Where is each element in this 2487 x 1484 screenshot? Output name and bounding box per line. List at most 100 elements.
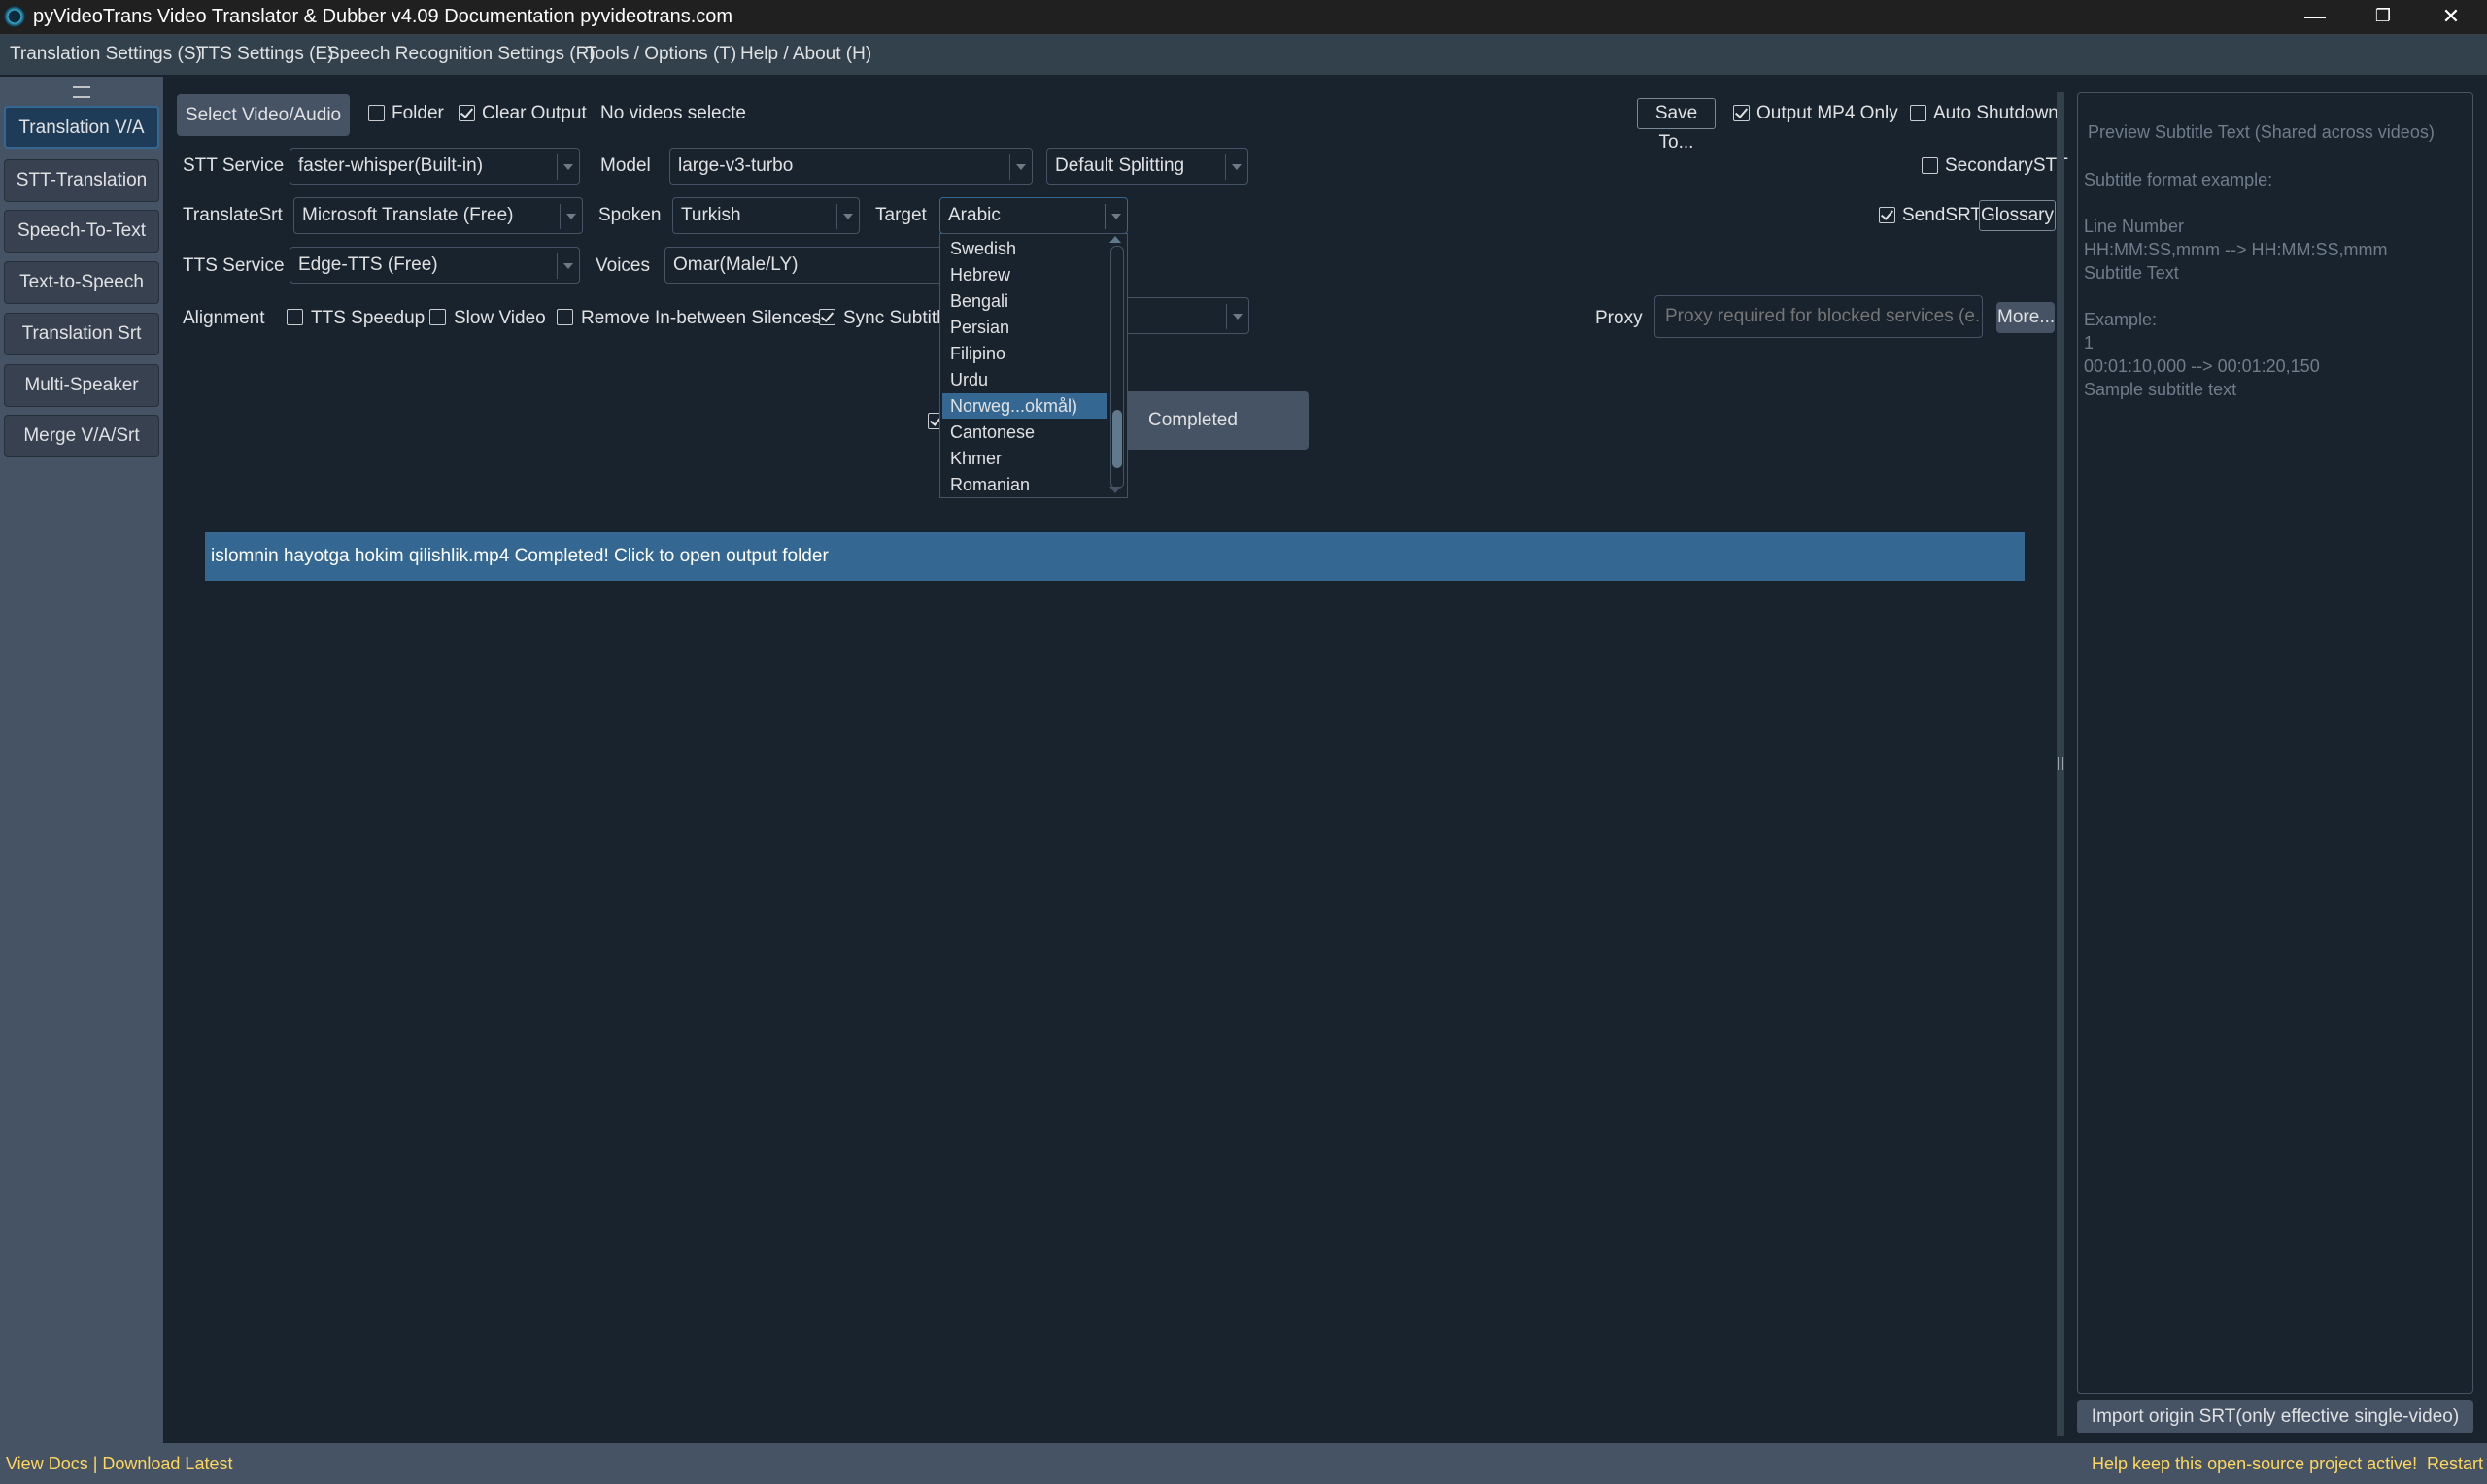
minimize-button[interactable]: —: [2281, 0, 2349, 34]
tts-service-label: TTS Service: [183, 255, 285, 276]
dropdown-option[interactable]: Urdu: [942, 367, 1107, 392]
secondary-stt-label: SecondarySTT: [1945, 155, 2068, 176]
secondary-stt-checkbox[interactable]: [1922, 157, 1938, 174]
folder-checkbox[interactable]: [368, 105, 385, 121]
auto-shutdown-checkbox[interactable]: [1910, 105, 1926, 121]
task-progress-row[interactable]: islomnin hayotga hokim qilishlik.mp4 Com…: [205, 532, 2025, 581]
sidebar-item-stt-translation[interactable]: STT-Translation: [4, 159, 159, 202]
chevron-down-icon: [1225, 154, 1247, 180]
sidebar-item-multi-speaker[interactable]: Multi-Speaker: [4, 364, 159, 407]
menu-speech-recognition-settings[interactable]: Speech Recognition Settings (R): [327, 44, 596, 65]
dropdown-option[interactable]: Romanian: [942, 472, 1107, 497]
dropdown-option[interactable]: Cantonese: [942, 420, 1107, 445]
tts-service-select[interactable]: Edge-TTS (Free): [290, 247, 580, 284]
save-to-button[interactable]: Save To...: [1637, 98, 1716, 152]
app-icon: [4, 6, 25, 27]
subtitle-preview-textarea[interactable]: Preview Subtitle Text (Shared across vid…: [2077, 92, 2473, 1394]
completed-button[interactable]: Completed: [1125, 391, 1309, 450]
sync-subtitle-checkbox[interactable]: [819, 309, 835, 325]
proxy-input[interactable]: [1654, 295, 1983, 338]
dropdown-scrollbar[interactable]: [1110, 246, 1124, 489]
sidebar-item-translation-srt[interactable]: Translation Srt: [4, 313, 159, 355]
sidebar-item-merge-va-srt[interactable]: Merge V/A/Srt: [4, 415, 159, 457]
split-mode-value: Default Splitting: [1055, 155, 1185, 176]
scroll-up-arrow-icon[interactable]: [1109, 236, 1121, 243]
menu-help-about[interactable]: Help / About (H): [740, 44, 871, 65]
voices-value: Omar(Male/LY): [673, 254, 799, 275]
target-language-select[interactable]: Arabic: [939, 197, 1128, 234]
dropdown-option[interactable]: Hebrew: [942, 262, 1107, 287]
send-srt-label: SendSRT: [1902, 205, 1983, 225]
dropdown-option[interactable]: Filipino: [942, 341, 1107, 366]
tts-service-value: Edge-TTS (Free): [298, 254, 438, 275]
output-mp4-label: Output MP4 Only: [1756, 103, 1898, 123]
clear-output-checkbox[interactable]: [459, 105, 475, 121]
menu-tools-options[interactable]: Tools / Options (T): [586, 44, 736, 65]
chevron-down-icon: [557, 253, 579, 279]
dropdown-option[interactable]: Swedish: [942, 236, 1107, 261]
alignment-extra-select[interactable]: [1119, 297, 1249, 334]
example-line: Line Number: [2084, 217, 2185, 236]
spoken-language-select[interactable]: Turkish: [672, 197, 860, 234]
voices-select[interactable]: Omar(Male/LY): [664, 247, 946, 284]
spoken-label: Spoken: [598, 205, 662, 225]
chevron-down-icon: [560, 204, 582, 229]
output-mp4-checkbox[interactable]: [1733, 105, 1750, 121]
dropdown-option-selected[interactable]: Norweg...okmål): [942, 393, 1107, 419]
menu-translation-settings[interactable]: Translation Settings (S): [10, 44, 202, 65]
menu-bar: Translation Settings (S) TTS Settings (E…: [0, 34, 2487, 77]
model-label: Model: [600, 155, 651, 176]
translate-srt-label: TranslateSrt: [183, 205, 283, 225]
example-line: Subtitle format example:: [2084, 170, 2273, 189]
remove-silences-label: Remove In-between Silences: [581, 308, 822, 328]
stt-service-value: faster-whisper(Built-in): [298, 155, 484, 176]
tts-speedup-checkbox[interactable]: [287, 309, 303, 325]
preview-placeholder: Preview Subtitle Text (Shared across vid…: [2088, 122, 2435, 142]
sidebar-item-text-to-speech[interactable]: Text-to-Speech: [4, 261, 159, 304]
menu-tts-settings[interactable]: TTS Settings (E): [197, 44, 333, 65]
alignment-label: Alignment: [183, 308, 265, 328]
auto-shutdown-label: Auto Shutdown: [1933, 103, 2059, 123]
splitter-handle-icon: [2058, 757, 2063, 770]
video-status-text: No videos selecte: [600, 103, 746, 123]
restart-link[interactable]: Restart: [2427, 1454, 2483, 1474]
maximize-button[interactable]: ❐: [2349, 0, 2417, 34]
example-line: Subtitle Text: [2084, 263, 2179, 283]
sidebar: Translation V/A STT-Translation Speech-T…: [0, 77, 163, 1443]
grip-handle-icon[interactable]: [73, 86, 90, 98]
import-srt-button[interactable]: Import origin SRT(only effective single-…: [2077, 1400, 2473, 1433]
target-language-dropdown[interactable]: Swedish Hebrew Bengali Persian Filipino …: [939, 233, 1128, 498]
stt-service-label: STT Service: [183, 155, 285, 176]
scroll-down-arrow-icon[interactable]: [1109, 487, 1121, 493]
stt-service-select[interactable]: faster-whisper(Built-in): [290, 148, 580, 185]
target-language-value: Arabic: [948, 205, 1001, 225]
model-value: large-v3-turbo: [678, 155, 794, 176]
support-project-link[interactable]: Help keep this open-source project activ…: [2092, 1454, 2417, 1474]
spoken-language-value: Turkish: [681, 205, 741, 225]
chevron-down-icon: [836, 204, 859, 229]
example-line: Example:: [2084, 310, 2158, 329]
panel-splitter[interactable]: [2057, 92, 2064, 1436]
view-docs-link[interactable]: View Docs | Download Latest: [6, 1454, 232, 1474]
dropdown-option[interactable]: Bengali: [942, 288, 1107, 314]
remove-silences-checkbox[interactable]: [557, 309, 573, 325]
example-line: 1: [2084, 333, 2095, 353]
split-mode-select[interactable]: Default Splitting: [1046, 148, 1248, 185]
glossary-button[interactable]: Glossary: [1979, 200, 2056, 231]
dropdown-option[interactable]: Persian: [942, 315, 1107, 340]
select-video-audio-button[interactable]: Select Video/Audio: [177, 94, 350, 136]
scrollbar-thumb[interactable]: [1112, 410, 1122, 468]
slow-video-checkbox[interactable]: [429, 309, 446, 325]
sidebar-item-translation-va[interactable]: Translation V/A: [4, 106, 159, 149]
send-srt-checkbox[interactable]: [1879, 207, 1895, 223]
dropdown-option[interactable]: Khmer: [942, 446, 1107, 471]
translate-service-select[interactable]: Microsoft Translate (Free): [293, 197, 583, 234]
proxy-label: Proxy: [1595, 308, 1643, 328]
example-line: Sample subtitle text: [2084, 380, 2237, 399]
close-button[interactable]: ✕: [2417, 0, 2485, 34]
sidebar-item-speech-to-text[interactable]: Speech-To-Text: [4, 210, 159, 253]
model-select[interactable]: large-v3-turbo: [669, 148, 1033, 185]
more-button[interactable]: More...: [1996, 302, 2055, 333]
example-line: HH:MM:SS,mmm --> HH:MM:SS,mmm: [2084, 240, 2388, 259]
window-title: pyVideoTrans Video Translator & Dubber v…: [33, 6, 733, 27]
